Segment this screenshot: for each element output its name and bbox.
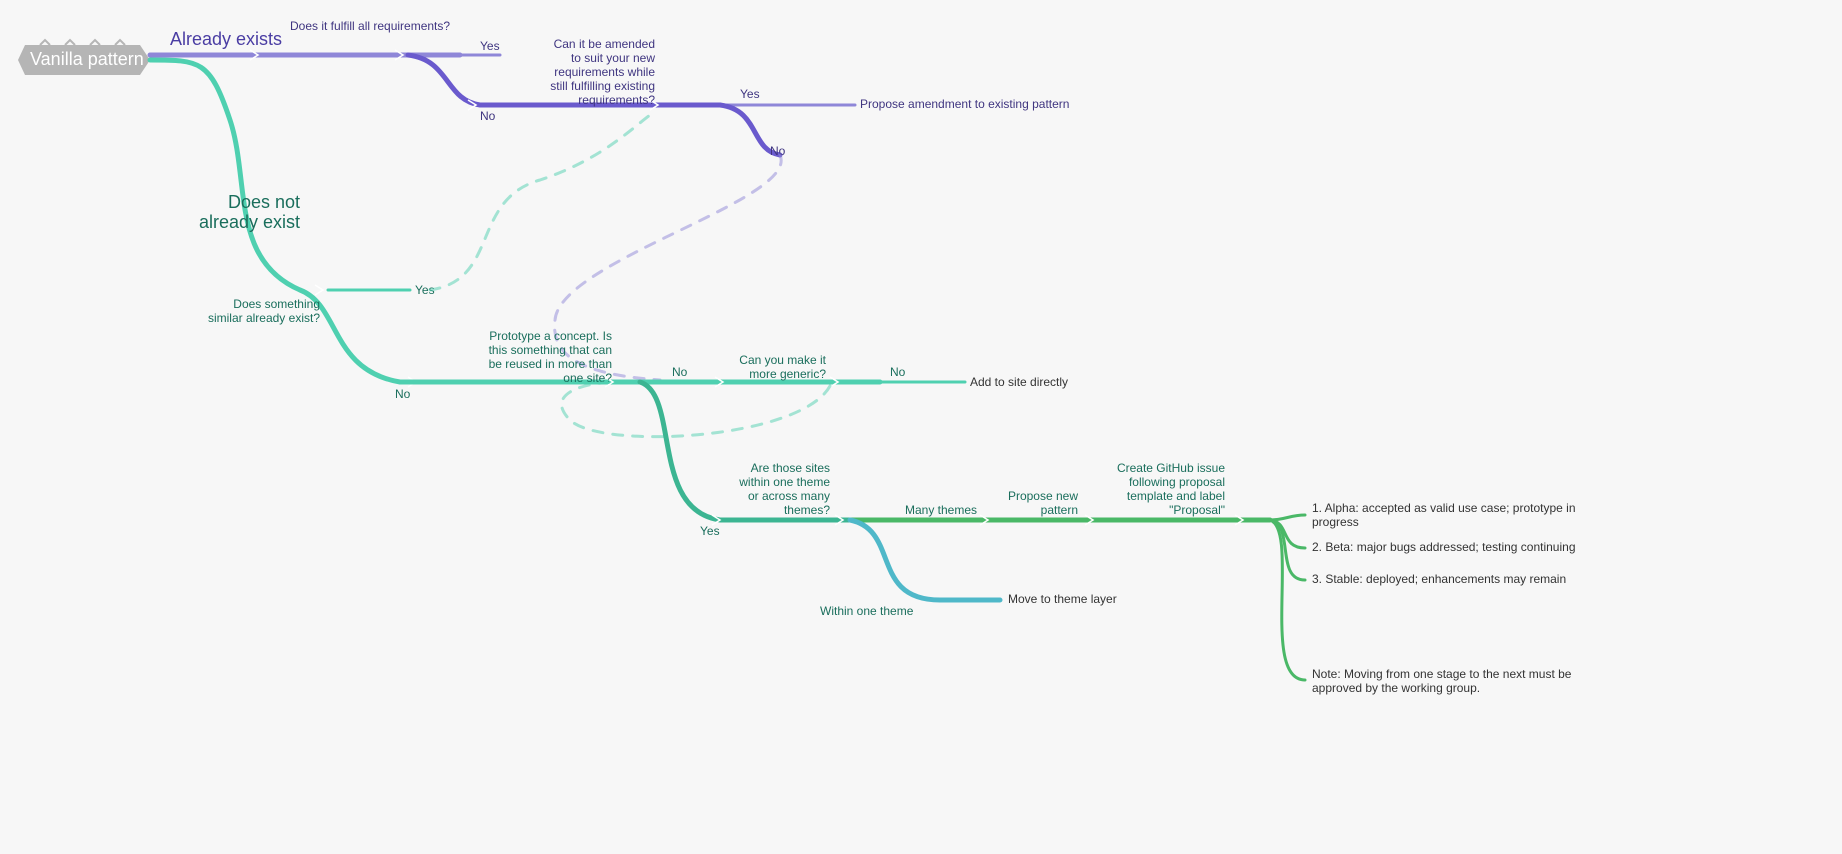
q-similar-l1: Does something	[233, 297, 320, 311]
yes2: Yes	[740, 87, 760, 101]
beta: 2. Beta: major bugs addressed; testing c…	[1312, 540, 1576, 554]
q-proto-l3: be reused in more than	[489, 357, 612, 371]
github-l4: "Proposal"	[1169, 503, 1225, 517]
q-fulfill-1: Does it fulfill all requirements?	[290, 19, 450, 33]
no-proto: No	[672, 365, 688, 379]
q-similar-l2: similar already exist?	[208, 311, 320, 325]
github-l1: Create GitHub issue	[1117, 461, 1225, 475]
q-generic-l2: more generic?	[749, 367, 826, 381]
q-amend-l5: requirements?	[578, 93, 655, 107]
q-amend-l1: Can it be amended	[554, 37, 655, 51]
no1: No	[480, 109, 496, 123]
no-similar: No	[395, 387, 411, 401]
q-proto-l2: this something that can	[489, 343, 612, 357]
stage-stable-path	[1270, 520, 1305, 580]
add-site: Add to site directly	[970, 375, 1068, 389]
decision-tree: Vanilla pattern Already exists Does it f…	[0, 0, 1842, 854]
q-proto-l1: Prototype a concept. Is	[489, 329, 612, 343]
stage-note-path	[1270, 520, 1305, 680]
many-themes: Many themes	[905, 503, 977, 517]
note-l1: Note: Moving from one stage to the next …	[1312, 667, 1572, 681]
q-amend-l4: still fulfilling existing	[550, 79, 655, 93]
within-theme-path	[850, 520, 1000, 600]
q-generic-l1: Can you make it	[739, 353, 826, 367]
note-l2: approved by the working group.	[1312, 681, 1480, 695]
github-l3: template and label	[1127, 489, 1225, 503]
alpha-l1: 1. Alpha: accepted as valid use case; pr…	[1312, 501, 1576, 515]
root-node: Vanilla pattern	[18, 40, 150, 75]
label-already-exists: Already exists	[170, 29, 282, 49]
yes-proto: Yes	[700, 524, 720, 538]
propose-amend: Propose amendment to existing pattern	[860, 97, 1069, 111]
no2: No	[770, 144, 786, 158]
stable: 3. Stable: deployed; enhancements may re…	[1312, 572, 1566, 586]
yes1: Yes	[480, 39, 500, 53]
label-notexist-l1: Does not	[228, 192, 300, 212]
move-theme: Move to theme layer	[1008, 592, 1117, 606]
propose-new-l2: pattern	[1041, 503, 1078, 517]
dashed-teal-loop	[562, 382, 830, 437]
q-amend-l3: requirements while	[554, 65, 655, 79]
github-l2: following proposal	[1129, 475, 1225, 489]
q-amend-l2: to suit your new	[571, 51, 655, 65]
q-themes-l2: within one theme	[738, 475, 830, 489]
q-themes-l4: themes?	[784, 503, 830, 517]
root-label: Vanilla pattern	[30, 49, 144, 69]
propose-new-l1: Propose new	[1008, 489, 1078, 503]
q-themes-l3: or across many	[748, 489, 830, 503]
within-theme: Within one theme	[820, 604, 914, 618]
label-notexist-l2: already exist	[199, 212, 300, 232]
no-generic: No	[890, 365, 906, 379]
alpha-l2: progress	[1312, 515, 1359, 529]
q-themes-l1: Are those sites	[751, 461, 830, 475]
stage-alpha-path	[1270, 515, 1305, 520]
trunk-teal	[150, 60, 300, 290]
